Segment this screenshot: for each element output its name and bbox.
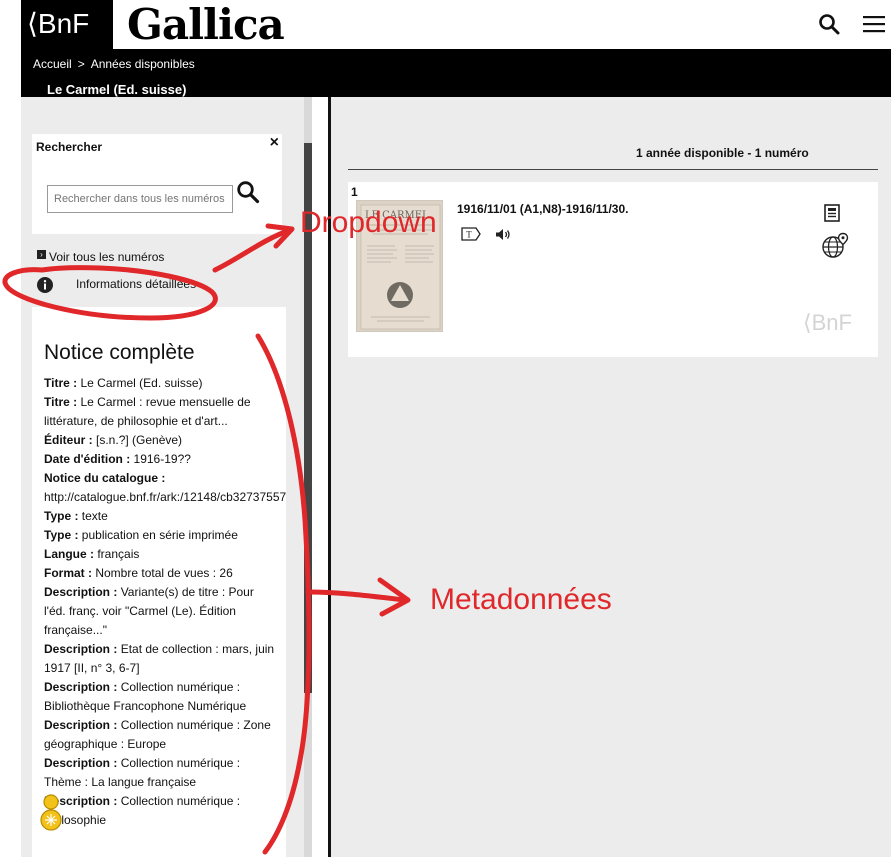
close-icon[interactable]: × bbox=[270, 134, 279, 152]
left-sidebar: Rechercher × ›Voir tous les numéros Info… bbox=[21, 97, 306, 857]
document-title: Le Carmel (Ed. suisse) bbox=[47, 82, 187, 97]
breadcrumb-current: Années disponibles bbox=[90, 57, 195, 71]
notice-field: Description : Collection numérique : Thè… bbox=[44, 754, 276, 792]
issue-link[interactable]: 1916/11/01 (A1,N8)-1916/11/30. bbox=[457, 202, 628, 216]
notice-field-key: Titre : bbox=[44, 376, 78, 390]
notice-field-key: Notice du catalogue : bbox=[44, 471, 166, 485]
search-panel-label: Rechercher bbox=[36, 140, 103, 154]
audio-icon[interactable] bbox=[495, 228, 511, 241]
search-icon[interactable] bbox=[818, 13, 840, 35]
svg-text:T: T bbox=[466, 230, 472, 240]
see-all-issues-label: Voir tous les numéros bbox=[49, 250, 165, 264]
sidebar-scrollbar-thumb[interactable] bbox=[304, 143, 312, 693]
breadcrumb: Accueil > Années disponibles bbox=[33, 57, 195, 71]
notice-field-key: Date d'édition : bbox=[44, 452, 131, 466]
notice-field-key: Description : bbox=[44, 680, 118, 694]
notice-field-key: Type : bbox=[44, 528, 79, 542]
thumbnail-title: LE CARMEL bbox=[365, 210, 429, 221]
year-card: 1 LE CARMEL 1916/11/01 (A1,N8)-1916/11/3… bbox=[348, 182, 878, 357]
detailed-info-label: Informations détaillées bbox=[76, 277, 197, 291]
bnf-logo[interactable]: ⟨BnF bbox=[21, 0, 113, 49]
notice-field-value: 1916-19?? bbox=[133, 452, 191, 466]
notice-field: Type : texte bbox=[44, 507, 276, 526]
notice-field: Description : Etat de collection : mars,… bbox=[44, 640, 276, 678]
notice-field-value: texte bbox=[81, 509, 108, 523]
breadcrumb-bar: Accueil > Années disponibles Le Carmel (Ed… bbox=[21, 49, 891, 97]
text-mode-icon[interactable]: T bbox=[461, 227, 481, 241]
notice-field: Description : Variante(s) de titre : Pou… bbox=[44, 583, 276, 640]
notice-field-value: publication en série imprimée bbox=[81, 528, 238, 542]
notice-field-value: français bbox=[97, 547, 140, 561]
notice-panel: Notice complète Titre : Le Carmel (Ed. s… bbox=[32, 307, 286, 857]
notice-field-key: Description : bbox=[44, 718, 118, 732]
globe-location-icon[interactable] bbox=[821, 232, 849, 260]
search-issues-input[interactable] bbox=[47, 185, 233, 213]
bnf-watermark: ⟨BnF bbox=[803, 310, 852, 335]
notice-field: Date d'édition : 1916-19?? bbox=[44, 450, 276, 469]
see-all-issues-link[interactable]: › Voir tous les numéros bbox=[37, 250, 164, 264]
search-submit-icon[interactable] bbox=[236, 180, 260, 204]
breadcrumb-home-link[interactable]: Accueil bbox=[33, 57, 72, 71]
notice-field: Description : Collection numérique : Bib… bbox=[44, 678, 276, 716]
results-divider bbox=[348, 169, 878, 170]
results-panel: 1 année disponible - 1 numéro 1 LE CARME… bbox=[331, 97, 891, 857]
notice-field-value: Le Carmel (Ed. suisse) bbox=[80, 376, 203, 390]
notice-field: Éditeur : [s.n.?] (Genève) bbox=[44, 431, 276, 450]
hamburger-menu-icon[interactable] bbox=[863, 14, 885, 34]
issue-thumbnail[interactable]: LE CARMEL bbox=[356, 200, 443, 332]
notice-field-key: Langue : bbox=[44, 547, 94, 561]
info-icon bbox=[37, 277, 53, 293]
notice-field: Description : Collection numérique : Phi… bbox=[44, 792, 276, 830]
notice-field-value: [s.n.?] (Genève) bbox=[96, 433, 183, 447]
issue-thumbnail-image: LE CARMEL bbox=[357, 201, 442, 331]
notice-field: Titre : Le Carmel : revue mensuelle de l… bbox=[44, 393, 276, 431]
chevron-right-icon: › bbox=[37, 250, 46, 259]
notice-field-key: Type : bbox=[44, 509, 79, 523]
notice-field-key: Description : bbox=[44, 585, 118, 599]
notice-field-key: Description : bbox=[44, 794, 118, 808]
notice-field: Langue : français bbox=[44, 545, 276, 564]
breadcrumb-separator: > bbox=[77, 57, 85, 71]
top-bar: ⟨BnF Gallica bbox=[21, 0, 891, 49]
notice-field-key: Description : bbox=[44, 756, 118, 770]
notice-field: Description : Collection numérique : Zon… bbox=[44, 716, 276, 754]
search-panel: Rechercher × bbox=[32, 134, 282, 234]
results-count: 1 année disponible - 1 numéro bbox=[636, 146, 809, 160]
page: ⟨BnF Gallica Accueil > Années disponibles … bbox=[21, 0, 891, 857]
notice-field: Format : Nombre total de vues : 26 bbox=[44, 564, 276, 583]
notice-heading: Notice complète bbox=[44, 341, 195, 364]
notice-field-key: Description : bbox=[44, 642, 118, 656]
document-icon[interactable] bbox=[824, 204, 840, 222]
notice-field: Type : publication en série imprimée bbox=[44, 526, 276, 545]
notice-fields: Titre : Le Carmel (Ed. suisse) Titre : Le… bbox=[44, 374, 286, 830]
notice-field: Notice du catalogue : http://catalogue.b… bbox=[44, 469, 286, 507]
gallica-logo[interactable]: Gallica bbox=[127, 2, 285, 48]
notice-field-key: Format : bbox=[44, 566, 92, 580]
notice-field-value: http://catalogue.bnf.fr/ark:/12148/cb327… bbox=[44, 490, 286, 504]
notice-field-key: Titre : bbox=[44, 395, 78, 409]
notice-field-value: Nombre total de vues : 26 bbox=[95, 566, 233, 580]
notice-field: Titre : Le Carmel (Ed. suisse) bbox=[44, 374, 276, 393]
year-index: 1 bbox=[351, 185, 358, 199]
notice-field-key: Éditeur : bbox=[44, 433, 93, 447]
